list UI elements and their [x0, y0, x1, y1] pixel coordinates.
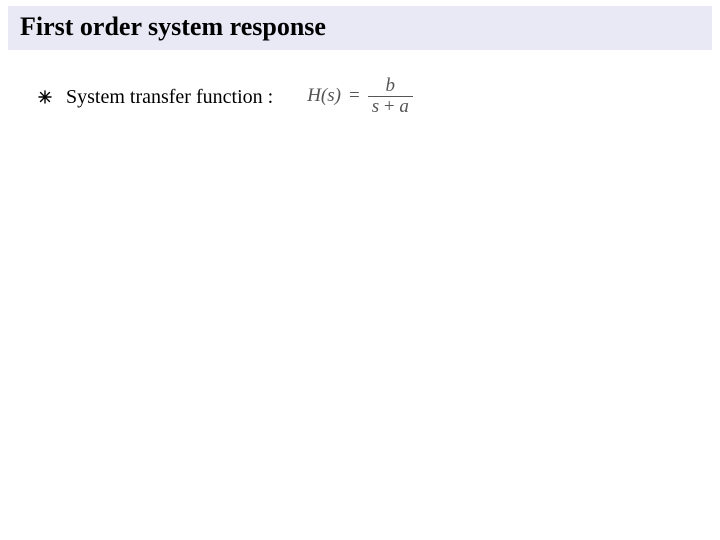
formula-den-left: s	[372, 96, 379, 117]
formula-denominator: s + a	[368, 96, 413, 117]
bullet-item: System transfer function :	[38, 86, 273, 109]
transfer-function-formula: H(s) = b s + a	[307, 76, 413, 117]
formula-den-op: +	[384, 96, 395, 117]
asterisk-bullet-icon	[38, 90, 52, 109]
formula-lhs: H(s)	[307, 85, 341, 107]
formula-den-right: a	[399, 96, 409, 117]
formula-equals: =	[347, 85, 362, 107]
page-title: First order system response	[20, 12, 700, 42]
formula-fraction: b s + a	[368, 76, 413, 117]
bullet-row-wrap: System transfer function : H(s) = b s + …	[38, 78, 682, 117]
formula-arg: s	[327, 85, 334, 106]
content-area: System transfer function : H(s) = b s + …	[0, 50, 720, 145]
formula-numerator: b	[382, 76, 400, 96]
title-bar: First order system response	[8, 6, 712, 50]
bullet-text: System transfer function :	[66, 86, 273, 109]
formula-func: H	[307, 85, 321, 106]
